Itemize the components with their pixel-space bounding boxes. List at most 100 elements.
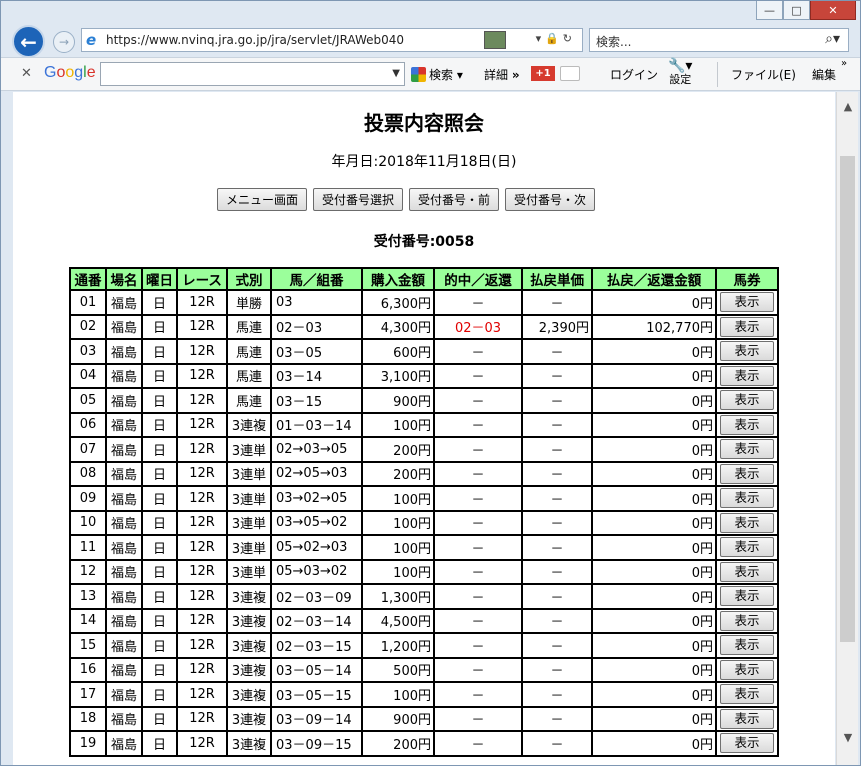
payout-unit-cell: － xyxy=(521,289,593,316)
overflow-chevron-icon[interactable]: » xyxy=(841,58,847,69)
venue-cell: 福島 xyxy=(105,436,143,463)
show-ticket-button[interactable]: 表示 xyxy=(720,635,774,656)
payout-amount-cell: 0円 xyxy=(591,387,717,414)
scroll-up-icon[interactable]: ▲ xyxy=(837,100,859,116)
purchase-amount-cell: 1,300円 xyxy=(361,583,435,610)
receipt-next-button[interactable]: 受付番号・次 xyxy=(505,188,596,211)
show-ticket-button[interactable]: 表示 xyxy=(720,463,774,484)
chevron-down-icon[interactable]: ▼ xyxy=(392,68,400,79)
back-button[interactable]: ← xyxy=(12,25,45,58)
file-menu[interactable]: ファイル(E) xyxy=(731,66,796,83)
purchase-amount-cell: 4,300円 xyxy=(361,313,435,340)
bet-type-cell: 3連複 xyxy=(226,411,272,438)
bet-type-cell: 馬連 xyxy=(226,338,272,365)
race-cell: 12R xyxy=(176,534,228,561)
purchase-amount-cell: 100円 xyxy=(361,411,435,438)
show-ticket-button[interactable]: 表示 xyxy=(720,390,774,411)
payout-amount-cell: 102,770円 xyxy=(591,313,717,340)
purchase-amount-cell: 3,100円 xyxy=(361,362,435,389)
venue-cell: 福島 xyxy=(105,656,143,683)
menu-button[interactable]: メニュー画面 xyxy=(217,188,308,211)
maximize-icon[interactable]: □ xyxy=(783,1,810,20)
show-ticket-button[interactable]: 表示 xyxy=(720,684,774,705)
column-header: 馬券 xyxy=(715,267,779,291)
address-tools[interactable]: ▾🔒↻ xyxy=(536,32,576,45)
row-number-cell: 13 xyxy=(69,583,107,610)
weekday-cell: 日 xyxy=(141,411,178,438)
show-ticket-button[interactable]: 表示 xyxy=(720,610,774,631)
show-ticket-button[interactable]: 表示 xyxy=(720,512,774,533)
scrollbar-thumb[interactable] xyxy=(840,156,855,642)
address-bar[interactable]: e https://www.nvinq.jra.go.jp/jra/servle… xyxy=(81,28,583,52)
column-header: 場名 xyxy=(105,267,143,291)
table-row: 05 福島日 12R 馬連 03－15 900円－－ 0円 表示 xyxy=(69,387,779,414)
minimize-icon[interactable]: — xyxy=(756,1,783,20)
purchase-amount-cell: 100円 xyxy=(361,509,435,536)
receipt-select-button[interactable]: 受付番号選択 xyxy=(313,188,404,211)
combination-cell: 03→02→05 xyxy=(270,485,363,512)
show-ticket-button[interactable]: 表示 xyxy=(720,586,774,607)
google-toolbar: ✕ Google ▼ 検索 ▾ 詳細 » +1 ログイン 🔧▾ 設定 ファイル(E… xyxy=(1,57,860,91)
show-ticket-button[interactable]: 表示 xyxy=(720,365,774,386)
bet-type-cell: 3連単 xyxy=(226,558,272,585)
navigation-bar: ← → e https://www.nvinq.jra.go.jp/jra/se… xyxy=(1,23,860,58)
google-search-button[interactable]: 検索 ▾ xyxy=(411,66,463,83)
venue-cell: 福島 xyxy=(105,730,143,757)
row-number-cell: 17 xyxy=(69,681,107,708)
bet-type-cell: 3連単 xyxy=(226,460,272,487)
vertical-scrollbar[interactable]: ▲ ▼ xyxy=(836,92,858,765)
race-cell: 12R xyxy=(176,387,228,414)
bet-type-cell: 3連複 xyxy=(226,681,272,708)
search-icon[interactable]: ⌕▾ xyxy=(825,31,840,47)
google-search-input[interactable]: ▼ xyxy=(100,62,405,86)
ticket-cell: 表示 xyxy=(715,289,779,316)
bet-type-cell: 3連単 xyxy=(226,534,272,561)
show-ticket-button[interactable]: 表示 xyxy=(720,488,774,509)
details-button[interactable]: 詳細 » xyxy=(484,66,520,83)
payout-amount-cell: 0円 xyxy=(591,583,717,610)
search-box[interactable]: 検索... ⌕▾ xyxy=(589,28,849,52)
combination-cell: 05→02→03 xyxy=(270,534,363,561)
show-ticket-button[interactable]: 表示 xyxy=(720,659,774,680)
ticket-cell: 表示 xyxy=(715,387,779,414)
title-bar: — □ ✕ xyxy=(1,1,860,23)
table-row: 08 福島日 12R 3連単 02→05→03 200円－－ 0円 表示 xyxy=(69,460,779,487)
show-ticket-button[interactable]: 表示 xyxy=(720,708,774,729)
combination-cell: 03－15 xyxy=(270,387,363,414)
hit-refund-cell: － xyxy=(433,656,523,683)
combination-cell: 02－03－14 xyxy=(270,607,363,634)
show-ticket-button[interactable]: 表示 xyxy=(720,439,774,460)
site-thumbnail-icon[interactable] xyxy=(484,31,506,49)
row-number-cell: 18 xyxy=(69,705,107,732)
toolbar-close-icon[interactable]: ✕ xyxy=(21,66,32,81)
gplus-button[interactable]: +1 xyxy=(531,66,555,81)
forward-button[interactable]: → xyxy=(53,31,75,53)
close-icon[interactable]: ✕ xyxy=(810,1,856,20)
show-ticket-button[interactable]: 表示 xyxy=(720,537,774,558)
weekday-cell: 日 xyxy=(141,681,178,708)
race-cell: 12R xyxy=(176,460,228,487)
show-ticket-button[interactable]: 表示 xyxy=(720,316,774,337)
ticket-cell: 表示 xyxy=(715,338,779,365)
venue-cell: 福島 xyxy=(105,558,143,585)
login-button[interactable]: ログイン xyxy=(610,66,658,83)
row-number-cell: 01 xyxy=(69,289,107,316)
receipt-prev-button[interactable]: 受付番号・前 xyxy=(409,188,500,211)
edit-menu[interactable]: 編集 xyxy=(812,66,836,83)
bet-type-cell: 3連複 xyxy=(226,705,272,732)
show-ticket-button[interactable]: 表示 xyxy=(720,414,774,435)
ie-icon: e xyxy=(86,31,97,49)
race-cell: 12R xyxy=(176,730,228,757)
row-number-cell: 08 xyxy=(69,460,107,487)
venue-cell: 福島 xyxy=(105,387,143,414)
show-ticket-button[interactable]: 表示 xyxy=(720,561,774,582)
show-ticket-button[interactable]: 表示 xyxy=(720,733,774,754)
table-row: 02 福島日 12R 馬連 02－03 4,300円 02－03 2,390円 102,770円… xyxy=(69,313,779,340)
show-ticket-button[interactable]: 表示 xyxy=(720,341,774,362)
browser-window: — □ ✕ ← → e https://www.nvinq.jra.go.jp/… xyxy=(0,0,861,766)
show-ticket-button[interactable]: 表示 xyxy=(720,292,774,313)
scroll-down-icon[interactable]: ▼ xyxy=(837,731,859,747)
weekday-cell: 日 xyxy=(141,338,178,365)
settings-button[interactable]: 🔧▾ 設定 xyxy=(668,59,692,87)
hit-refund-cell: － xyxy=(433,509,523,536)
